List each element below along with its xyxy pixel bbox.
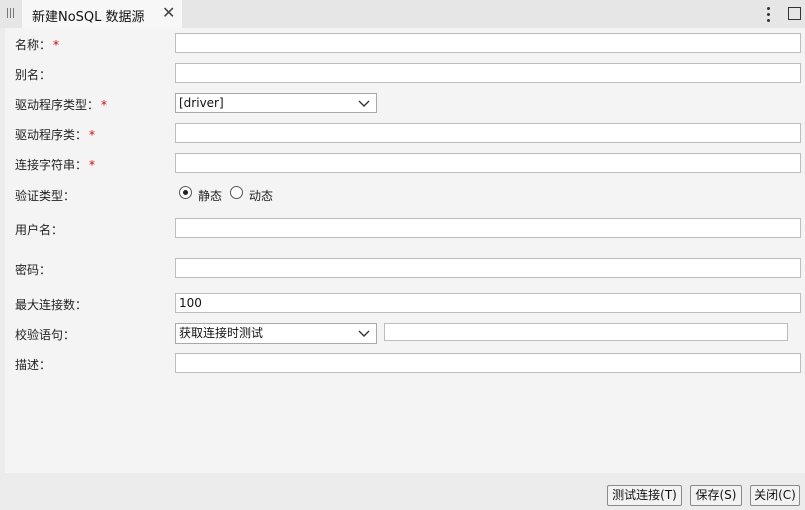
save-button[interactable]: 保存(S) <box>690 485 742 506</box>
driver-class-label: 驱动程序类： * <box>15 128 96 142</box>
auth-type-label: 验证类型： <box>15 189 76 203</box>
editor-tab-bar: 新建NoSQL 数据源 ✕ <box>0 0 805 28</box>
description-label: 描述： <box>15 358 52 372</box>
required-mark: * <box>53 38 60 52</box>
required-mark: * <box>101 98 108 112</box>
grip-icon[interactable] <box>6 8 16 20</box>
validation-sql-input[interactable] <box>384 323 788 341</box>
tab-title: 新建NoSQL 数据源 <box>32 10 145 25</box>
description-input[interactable] <box>175 353 801 373</box>
close-icon[interactable]: ✕ <box>162 3 175 23</box>
maximize-icon[interactable] <box>788 7 801 20</box>
name-label: 名称： * <box>15 38 60 52</box>
radio-static-label: 静态 <box>198 189 223 203</box>
radio-static[interactable] <box>179 186 192 199</box>
name-input[interactable] <box>175 33 801 53</box>
max-connections-input[interactable]: 100 <box>175 293 801 313</box>
password-input[interactable] <box>175 258 801 278</box>
username-input[interactable] <box>175 218 801 238</box>
close-button[interactable]: 关闭(C) <box>750 485 800 506</box>
test-connection-button[interactable]: 测试连接(T) <box>607 485 682 506</box>
alias-label: 别名： <box>15 68 52 82</box>
more-vertical-icon[interactable] <box>764 4 772 24</box>
password-label: 密码： <box>15 263 52 277</box>
driver-type-value: [driver] <box>179 96 224 110</box>
driver-type-select[interactable]: [driver] <box>175 93 377 113</box>
radio-dynamic[interactable] <box>230 186 243 199</box>
validation-label: 校验语句： <box>15 328 76 342</box>
validation-value: 获取连接时测试 <box>179 326 264 340</box>
username-label: 用户名： <box>15 223 64 237</box>
connection-string-label: 连接字符串： * <box>15 158 96 172</box>
required-mark: * <box>89 128 96 142</box>
chevron-down-icon <box>358 100 370 107</box>
radio-dynamic-label: 动态 <box>249 189 274 203</box>
max-connections-label: 最大连接数： <box>15 298 88 312</box>
driver-type-label: 驱动程序类型： * <box>15 98 108 112</box>
tab-new-nosql-datasource[interactable]: 新建NoSQL 数据源 ✕ <box>22 0 182 28</box>
alias-input[interactable] <box>175 63 801 83</box>
validation-select[interactable]: 获取连接时测试 <box>175 323 377 344</box>
required-mark: * <box>89 158 96 172</box>
driver-class-input[interactable] <box>175 123 801 143</box>
chevron-down-icon <box>358 330 370 337</box>
form-panel <box>5 28 805 473</box>
connection-string-input[interactable] <box>175 153 801 173</box>
